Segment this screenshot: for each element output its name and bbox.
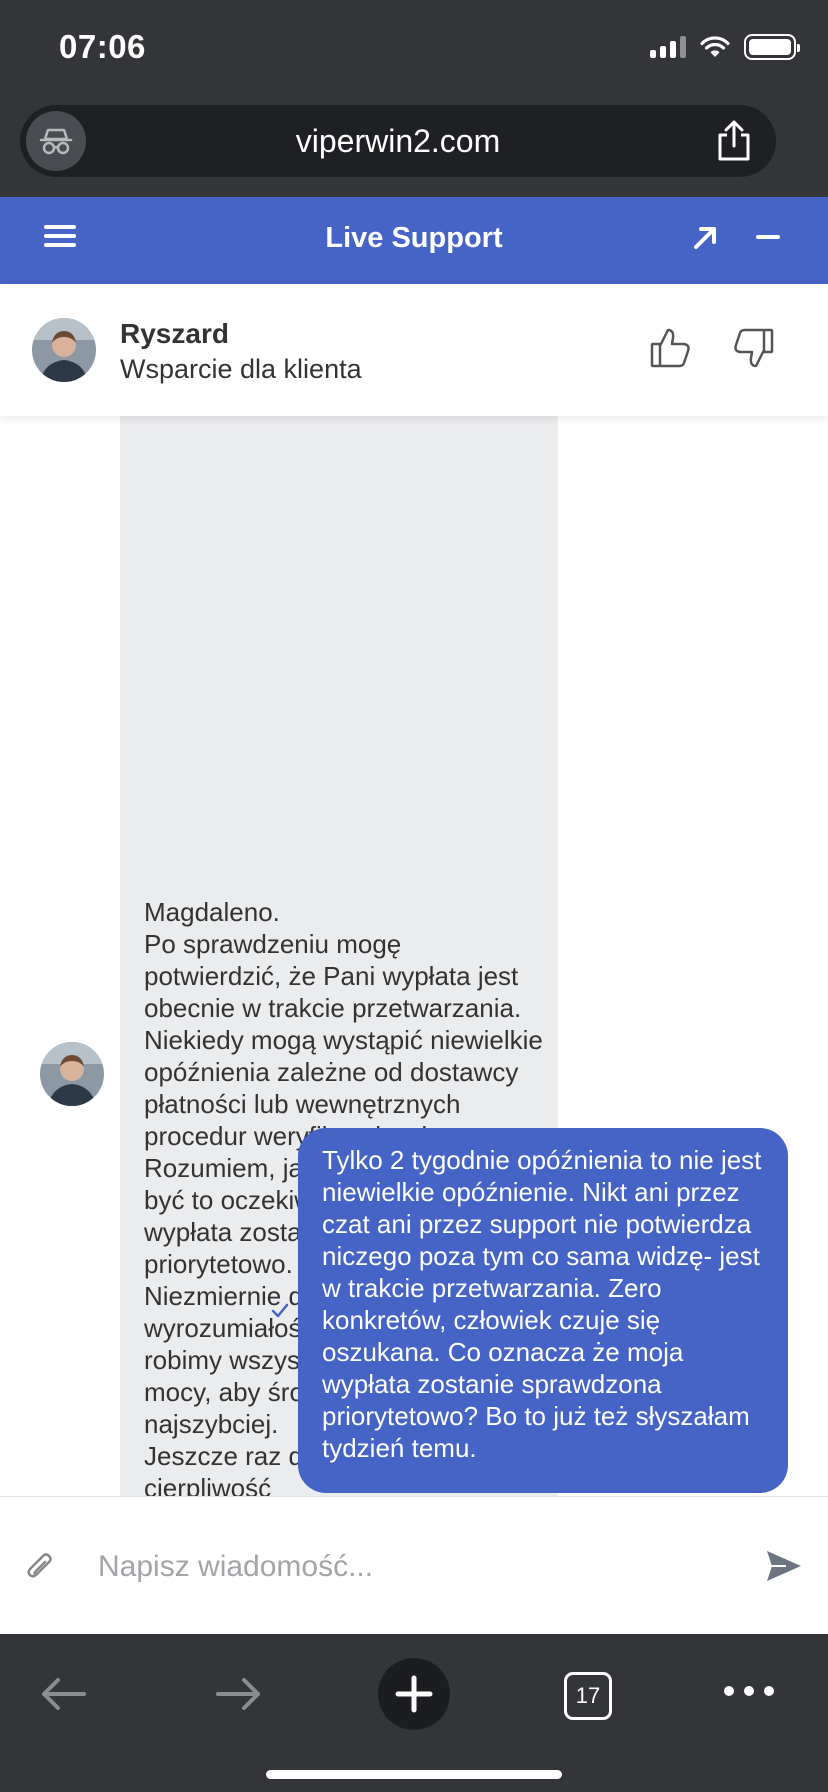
plus-icon (395, 1675, 433, 1713)
agent-avatar (32, 318, 96, 382)
url-text[interactable]: viperwin2.com (20, 123, 776, 160)
minimize-icon[interactable] (756, 235, 780, 239)
agent-message-avatar (40, 1042, 104, 1106)
cellular-signal-icon (650, 36, 686, 58)
tab-count-button[interactable]: 17 (564, 1672, 612, 1720)
thumbs-down-icon[interactable] (730, 324, 778, 372)
share-icon[interactable] (714, 119, 754, 163)
chat-header: Live Support (0, 197, 828, 284)
new-tab-button[interactable] (378, 1658, 450, 1730)
message-list[interactable]: Magdaleno. Po sprawdzeniu mogę potwierdz… (0, 416, 828, 1496)
browser-bottom-bar: 17 (0, 1634, 828, 1792)
forward-arrow-icon[interactable] (214, 1676, 262, 1712)
user-message-bubble: Tylko 2 tygodnie opóźnienia to nie jest … (298, 1128, 788, 1493)
agent-name: Ryszard (120, 318, 229, 349)
sent-check-icon (271, 1303, 289, 1318)
send-icon[interactable] (764, 1547, 804, 1585)
message-composer (0, 1496, 828, 1634)
more-options-icon[interactable] (724, 1686, 774, 1700)
thumbs-up-icon[interactable] (646, 324, 694, 372)
agent-info: Ryszard Wsparcie dla klienta (0, 284, 828, 416)
status-icons (650, 34, 800, 60)
paperclip-icon[interactable] (24, 1549, 56, 1585)
browser-top-bar: 07:06 viperwin2.com (0, 0, 828, 197)
status-time: 07:06 (59, 28, 146, 65)
user-message-text: Tylko 2 tygodnie opóźnienia to nie jest … (322, 1145, 762, 1463)
wifi-icon (700, 36, 730, 57)
back-arrow-icon[interactable] (40, 1676, 88, 1712)
agent-role: Wsparcie dla klienta (120, 354, 362, 384)
expand-icon[interactable] (688, 221, 722, 255)
message-input[interactable] (98, 1539, 728, 1595)
url-bar[interactable]: viperwin2.com (20, 105, 776, 177)
battery-icon (744, 34, 800, 60)
home-indicator (266, 1770, 562, 1779)
